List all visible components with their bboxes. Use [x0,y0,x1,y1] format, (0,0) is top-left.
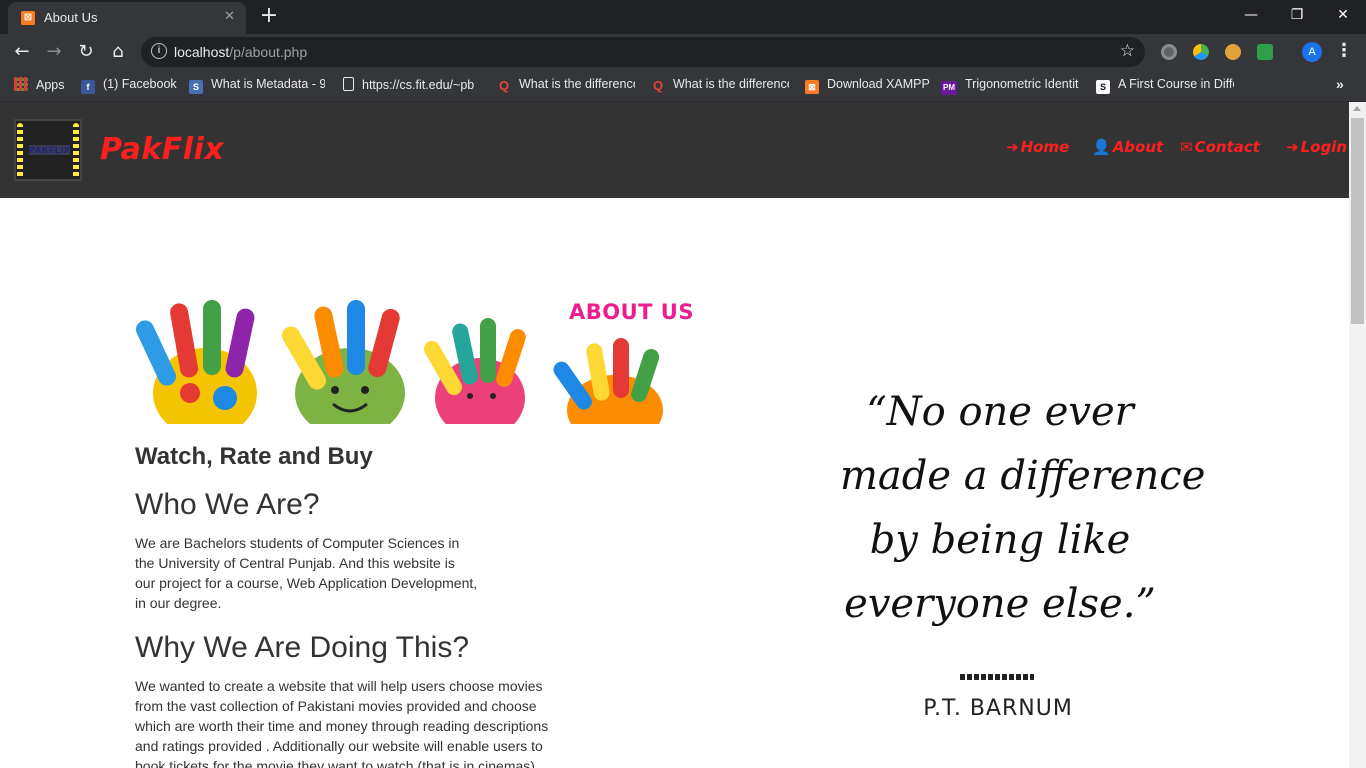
page-scrollbar[interactable] [1349,102,1366,768]
film-strip-right [73,123,79,179]
quote-line: everyone else.” [844,581,1156,627]
paragraph-line: in our degree. [135,595,222,611]
why-heading: Why We Are Doing This? [135,631,470,664]
nav-about[interactable]: 👤 About [1092,138,1163,156]
quote-line: “No one ever [866,389,1134,435]
url-text[interactable]: localhost/p/about.php [174,44,307,60]
sign-in-icon: ➜ [1006,138,1019,156]
home-button[interactable]: ⌂ [106,40,130,64]
browser-tabstrip: ⊠ About Us ✕ + — ❐ ✕ [0,0,1366,34]
minimize-button[interactable]: — [1228,0,1274,30]
bookmark-first-course[interactable]: SA First Course in Diffe [1096,77,1234,95]
extension-icon[interactable] [1161,44,1177,60]
restore-button[interactable]: ❐ [1274,0,1320,30]
tab-title: About Us [44,10,98,25]
bookmarks-overflow-icon[interactable]: » [1336,76,1344,92]
nav-login[interactable]: ➜ Login [1286,138,1347,156]
bookmark-star-icon[interactable]: ☆ [1120,41,1135,61]
browser-tab[interactable]: ⊠ About Us ✕ [8,2,246,34]
bookmark-facebook[interactable]: f (1) Facebook [81,77,177,95]
bookmark-icon: S [189,80,203,94]
about-banner-image: ABOUT US [135,298,707,424]
paragraph-line: the University of Central Punjab. And th… [135,555,455,571]
who-heading: Who We Are? [135,488,320,521]
scroll-thumb[interactable] [1351,118,1364,324]
envelope-icon: ✉ [1180,138,1193,156]
close-window-button[interactable]: ✕ [1320,0,1366,30]
info-icon[interactable]: i [151,43,167,59]
paragraph-line: our project for a course, Web Applicatio… [135,575,478,591]
pm-icon: PM [941,81,957,95]
extension-icon[interactable] [1193,44,1209,60]
quote-image: “No one ever made a difference by being … [840,380,1206,636]
browser-toolbar: ← → ↻ ⌂ i localhost/p/about.php ☆ A ⋮ [0,34,1366,70]
pakflix-logo[interactable]: PAKFLIX [14,119,82,181]
new-tab-button[interactable]: + [256,5,282,29]
nav-home[interactable]: ➜ Home [1006,138,1069,156]
quora-icon: Q [652,78,664,93]
page-icon [343,77,354,91]
paragraph-line: book tickets for the movie they want to … [135,758,539,768]
bookmarks-bar: Apps f (1) Facebook S What is Metadata - 9… [0,70,1366,102]
site-brand[interactable]: PakFlix [100,132,224,167]
tagline: Watch, Rate and Buy [135,443,373,470]
facebook-icon: f [81,80,95,94]
address-bar[interactable]: i localhost/p/about.php ☆ [141,37,1145,67]
paragraph-line: which are worth their time and money thr… [135,718,549,734]
logo-text: PAKFLIX [29,145,71,155]
back-button[interactable]: ← [10,40,34,64]
profile-avatar[interactable]: A [1302,42,1322,62]
banner-title: ABOUT US [569,300,694,324]
bookmark-cs-fit[interactable]: https://cs.fit.edu/~pb [343,77,481,95]
apps-grid-icon [14,77,28,91]
who-paragraph: We are Bachelors students of Computer Sc… [135,533,477,613]
bookmark-apps[interactable]: Apps [14,77,65,95]
paragraph-line: We wanted to create a website that will … [135,678,543,694]
close-tab-icon[interactable]: ✕ [224,9,235,24]
paragraph-line: We are Bachelors students of Computer Sc… [135,535,460,551]
film-strip-left [17,123,23,179]
nav-contact[interactable]: ✉ Contact [1180,138,1260,156]
scroll-up-arrow-icon[interactable] [1353,106,1361,111]
quote-line: made a difference [840,453,1206,499]
extension-icon[interactable] [1257,44,1273,60]
forward-button[interactable]: → [42,40,66,64]
bookmark-trig[interactable]: PM Trigonometric Identit [941,77,1081,95]
bookmark-quora-1[interactable]: Q What is the difference [497,77,635,95]
extension-icon[interactable] [1225,44,1241,60]
quote-line: by being like [869,517,1131,563]
quote-author: P.T. BARNUM [923,696,1073,721]
browser-menu-icon[interactable]: ⋮ [1335,40,1353,61]
bookmark-metadata[interactable]: S What is Metadata - 9 [189,77,325,95]
bookmark-quora-2[interactable]: Q What is the difference [651,77,789,95]
page-viewport: PAKFLIX PakFlix ➜ Home 👤 About ✉ Contact ➜ L… [0,102,1349,768]
quora-icon: Q [498,78,510,93]
paragraph-line: and ratings provided . Additionally our … [135,738,543,754]
xampp-icon: ⊠ [21,11,35,25]
s-icon: S [1096,80,1110,94]
user-icon: 👤 [1092,138,1111,156]
quote-divider [960,674,1034,680]
bookmark-xampp[interactable]: ⊠ Download XAMPP [805,77,930,95]
reload-button[interactable]: ↻ [74,40,98,64]
sign-in-icon: ➜ [1286,138,1299,156]
why-paragraph: We wanted to create a website that will … [135,676,548,768]
xampp-icon: ⊠ [805,80,819,94]
site-header: PAKFLIX PakFlix ➜ Home 👤 About ✉ Contact ➜ L… [0,102,1349,198]
paragraph-line: from the vast collection of Pakistani mo… [135,698,537,714]
